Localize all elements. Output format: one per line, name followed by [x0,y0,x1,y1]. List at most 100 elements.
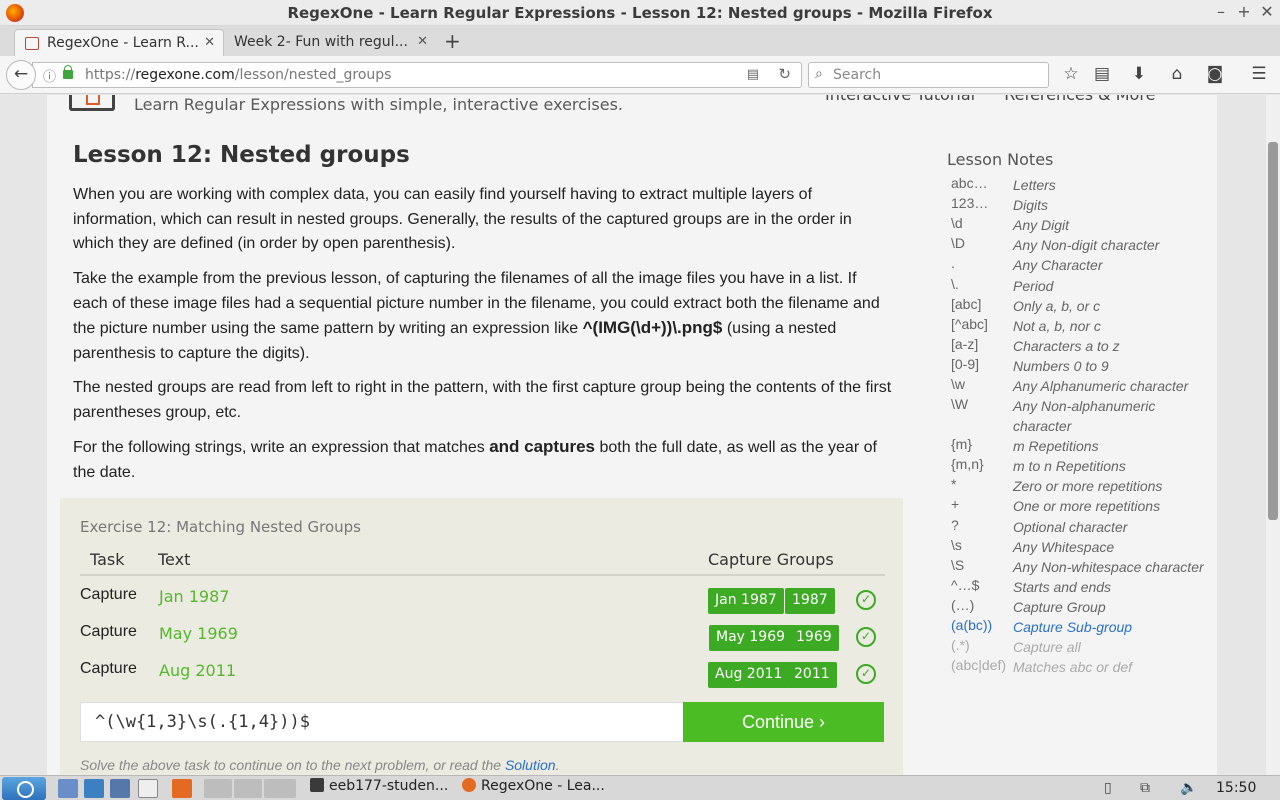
lesson-paragraph-2: Take the example from the previous lesso… [73,270,880,362]
capture-group-1: Jan 1987 [708,588,784,614]
note-key: 123… [951,195,989,212]
note-key: [0-9] [951,355,980,372]
note-key: \W [951,396,969,413]
lesson-notes-title: Lesson Notes [947,150,1054,169]
content-card: Learn Regular Expressions with simple, i… [47,95,1217,775]
workspace-1[interactable] [204,779,232,798]
note-key: \s [951,536,962,553]
scrollbar-thumb[interactable] [1268,142,1278,520]
note-key: [abc] [951,295,982,312]
exercise-row: Capture Jan 1987 Jan 1987 1987 ✓ [80,586,885,622]
workspace-2[interactable] [234,779,262,798]
tab-week2[interactable]: Week 2- Fun with regul... ✕ [226,29,436,56]
clock[interactable]: 15:50 [1216,780,1256,796]
network-icon[interactable] [84,779,104,798]
note-key: [a-z] [951,335,979,352]
search-field[interactable]: ⌕ Search [808,62,1049,88]
note-description: m to n Repetitions [1013,458,1126,475]
note-key: + [951,496,960,513]
note-key: \S [951,556,965,573]
note-key: {m} [951,436,973,453]
firefox-launcher-icon[interactable] [172,779,192,798]
tab-close-icon[interactable]: ✕ [417,34,428,49]
regexone-logo[interactable] [69,95,115,111]
bookmark-star-icon[interactable]: ☆ [1060,64,1082,84]
note-key: \. [951,275,959,292]
note-description: Any Non-digit character [1013,237,1160,254]
info-icon[interactable]: ⓘ [43,66,56,85]
note-description: Period [1013,277,1054,294]
regexone-favicon-icon [25,37,39,50]
reading-list-icon[interactable]: ▤ [1091,64,1113,84]
example-pattern: ^(IMG(\d+))\.png$ [582,318,723,337]
note-description: Zero or more repetitions [1013,478,1163,495]
note-description: Any Non-whitespace character [1013,558,1204,575]
note-key: \w [951,376,965,392]
tab-regexone[interactable]: RegexOne - Learn R... ✕ [14,29,224,56]
capture-group-2: 1987 [785,588,835,614]
link-interactive-tutorial[interactable]: Interactive Tutorial [825,95,975,104]
download-icon[interactable]: ⬇ [1128,64,1150,84]
navigation-bar: ⓘ https://regexone.com/lesson/nested_gro… [0,56,1280,94]
start-menu-button[interactable] [2,777,46,800]
solution-link[interactable]: Solution [505,757,556,773]
note-description: Any Character [1013,257,1103,274]
note-key: [^abc] [951,315,988,332]
header-capture-groups: Capture Groups [708,550,834,569]
network-status-icon[interactable]: ⧉ [1140,780,1150,796]
terminal-launcher-icon[interactable] [110,779,130,798]
file-manager-icon[interactable] [58,779,78,798]
close-button[interactable]: ✕ [1256,2,1278,21]
home-icon[interactable]: ⌂ [1166,64,1188,84]
header-task: Task [90,550,125,569]
link-references[interactable]: References & More [1004,95,1155,104]
window-title: RegexOne - Learn Regular Expressions - L… [287,4,993,22]
pocket-icon[interactable]: ◙ [1204,64,1226,84]
note-description: Characters a to z [1013,337,1120,354]
check-icon: ✓ [856,627,876,647]
note-description: Letters [1013,177,1056,193]
back-button[interactable]: ← [6,60,36,90]
lock-icon [63,65,73,79]
regex-input[interactable]: ^(\w{1,3}\s(.{1,4}))$ [80,702,684,742]
note-description: Not a, b, nor c [1013,317,1101,334]
note-description: Capture Group [1013,598,1106,615]
tab-close-icon[interactable]: ✕ [204,35,215,50]
note-key: (.*) [951,637,970,654]
reload-icon[interactable]: ↻ [778,65,791,83]
maximize-button[interactable]: + [1233,2,1255,21]
tab-label: Week 2- Fun with regul... [234,34,408,50]
note-description: Any Whitespace [1013,538,1115,555]
taskbar-item-firefox[interactable]: RegexOne - Lea... [462,778,605,799]
taskbar-item-terminal[interactable]: eeb177-studen... [310,778,448,799]
check-icon: ✓ [856,590,876,610]
scrollbar[interactable] [1266,95,1280,775]
row-text: Jan 1987 [159,587,230,606]
note-key: {m,n} [951,456,984,473]
note-key: (abc|def) [951,657,1006,674]
url-bar[interactable]: ⓘ https://regexone.com/lesson/nested_gro… [32,62,802,88]
note-description: Starts and ends [1013,578,1112,595]
site-tagline: Learn Regular Expressions with simple, i… [134,95,623,114]
volume-icon[interactable]: 🔈 [1180,780,1197,796]
battery-icon[interactable]: ▯ [1104,780,1112,796]
workspace-3[interactable] [264,779,296,798]
note-key: \D [951,235,965,252]
search-placeholder: Search [833,67,882,83]
menu-icon[interactable]: ☰ [1248,64,1270,84]
taskbar: eeb177-studen... RegexOne - Lea... ▯ ⧉ 🔈… [0,775,1280,800]
url-text[interactable]: https://regexone.com/lesson/nested_group… [85,67,391,83]
row-task: Capture [80,623,137,640]
row-text: Aug 2011 [159,661,237,680]
capture-group-1: Aug 2011 [708,662,790,688]
note-description: Digits [1013,197,1049,214]
note-description: Only a, b, or c [1013,297,1101,314]
continue-button[interactable]: Continue › [683,702,884,742]
exercise-title: Exercise 12: Matching Nested Groups [80,518,361,536]
minimize-button[interactable]: – [1210,2,1232,21]
new-tab-button[interactable]: + [444,29,461,53]
reader-view-icon[interactable]: ▤ [747,67,759,82]
window-icon[interactable] [138,779,158,798]
lesson-paragraph-3: The nested groups are read from left to … [73,379,892,421]
note-key: (a(bc)) [951,617,993,633]
